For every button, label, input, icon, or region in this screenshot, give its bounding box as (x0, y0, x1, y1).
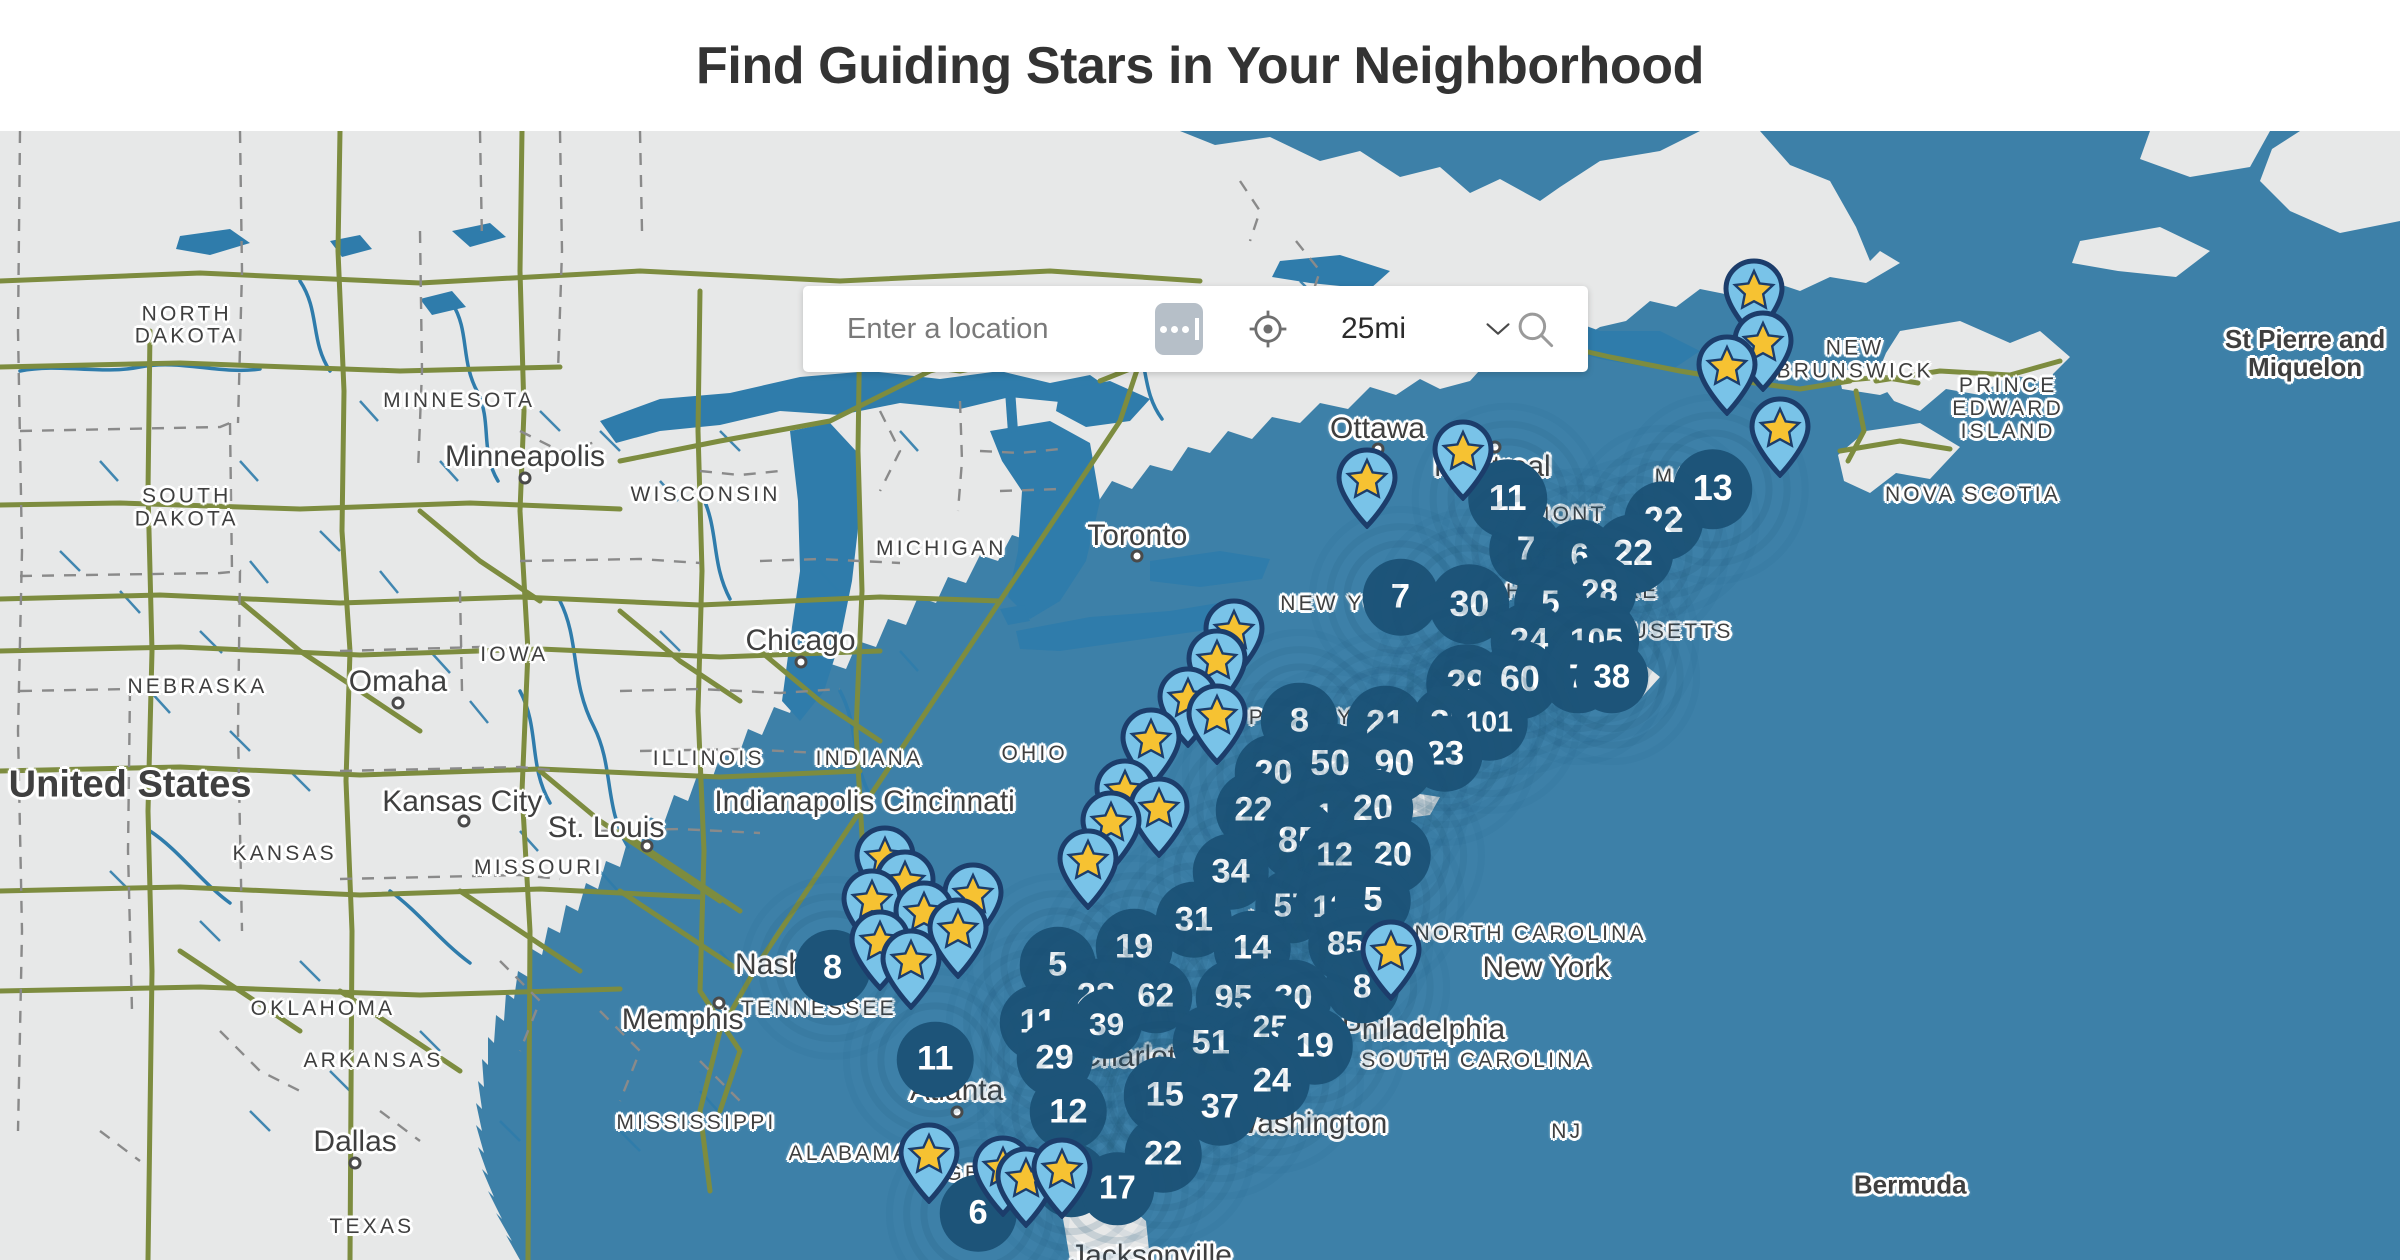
city-dot (457, 814, 471, 828)
cluster-count: 29 (1035, 1038, 1074, 1077)
guiding-star-pin[interactable] (880, 928, 942, 1011)
cluster-count: 31 (1174, 900, 1214, 939)
cluster-count: 37 (1200, 1088, 1240, 1127)
map-label-minneapolis: Minneapolis (444, 440, 606, 474)
map-label-mississippi: MISSISSIPPI (616, 1110, 777, 1134)
location-search-bar[interactable]: 25mi (803, 286, 1588, 372)
map-label-toronto: Toronto (1087, 518, 1188, 552)
map-label-jacksonville: Jacksonville (1070, 1238, 1232, 1260)
cluster-count: 8 (823, 948, 843, 987)
map-label-nova-scotia: NOVA SCOTIA (1884, 482, 2061, 506)
map-label-united-states: United States (8, 763, 252, 806)
cluster-count: 30 (1449, 583, 1490, 624)
map-label-chicago: Chicago (745, 624, 856, 658)
cluster-count: 22 (1144, 1134, 1183, 1173)
map-label-wisconsin: WISCONSIN (630, 482, 781, 506)
map-label-alabama: ALABAMA (788, 1142, 911, 1166)
map-label-indiana: INDIANA (815, 747, 924, 771)
cluster-count: 39 (1089, 1005, 1125, 1042)
map-label-new-york: New York (1482, 950, 1610, 984)
map-label-arkansas: ARKANSAS (303, 1049, 444, 1073)
guiding-star-pin[interactable] (1432, 419, 1494, 502)
map-label-iowa: IOWA (480, 643, 549, 667)
map-label-north-carolina: NORTH CAROLINA (1414, 921, 1647, 945)
guiding-star-pin[interactable] (1336, 447, 1398, 529)
map-label-omaha: Omaha (348, 665, 448, 699)
cluster-count: 51 (1191, 1023, 1230, 1062)
map-label-prince-edward-island: PRINCE EDWARD ISLAND (1952, 374, 2065, 443)
map-label-ottawa: Ottawa (1330, 411, 1426, 445)
map-label-minnesota: MINNESOTA (383, 389, 536, 413)
search-input[interactable] (847, 301, 1147, 357)
cluster-count: 34 (1211, 852, 1250, 891)
guiding-star-pin[interactable] (1749, 396, 1811, 479)
map-label-new-brunswick: NEW BRUNSWICK (1776, 336, 1934, 383)
map-canvas[interactable]: NORTH DAKOTA MINNESOTA SOUTH DAKOTA WISCONSIN… (0, 131, 2400, 1260)
map-label-cincinnati: Cincinnati (883, 784, 1015, 818)
radius-select[interactable]: 25mi (1341, 312, 1512, 346)
map-label-michigan: MICHIGAN (876, 537, 1007, 561)
map-label-texas: TEXAS (329, 1215, 415, 1239)
cluster-count: 7 (1516, 530, 1536, 568)
map-label-south-carolina: SOUTH CAROLINA (1361, 1049, 1593, 1073)
map-label-kansas-city: Kansas City (382, 784, 543, 818)
cluster-marker[interactable]: 7 (1308, 505, 1493, 690)
guiding-star-pin[interactable] (1031, 1137, 1093, 1219)
guiding-star-pin[interactable] (1360, 919, 1422, 1001)
cluster-count: 11 (917, 1040, 954, 1079)
cluster-marker[interactable]: 11 (843, 967, 1028, 1152)
map-label-missouri: MISSOURI (474, 855, 604, 879)
city-dot (391, 696, 405, 710)
map-label-kansas: KANSAS (232, 841, 337, 865)
search-icon[interactable] (1512, 306, 1558, 352)
autocomplete-dots-icon (1155, 303, 1203, 355)
city-dot (1130, 549, 1144, 563)
city-dot (794, 655, 807, 669)
cluster-count: 38 (1593, 657, 1631, 695)
map-label-nj: NJ (1551, 1120, 1584, 1144)
guiding-star-pin[interactable] (898, 1122, 960, 1204)
crosshair-locate-icon[interactable] (1245, 306, 1291, 352)
map-label-north-dakota: NORTH DAKOTA (134, 302, 239, 348)
map-label-memphis: Memphis (621, 1002, 744, 1036)
cluster-count: 13 (1692, 468, 1733, 509)
map-label-oklahoma: OKLAHOMA (250, 996, 396, 1020)
map-label-st-louis: St. Louis (547, 810, 665, 844)
city-dot (712, 996, 726, 1010)
map-label-dallas: Dallas (313, 1125, 397, 1159)
cluster-count: 12 (1049, 1092, 1088, 1131)
cluster-marker[interactable]: 38 (1523, 588, 1700, 766)
city-dot (640, 839, 654, 853)
map-label-indianapolis: Indianapolis (714, 784, 875, 818)
cluster-count: 12 (1316, 836, 1354, 874)
guiding-star-pin[interactable] (1057, 828, 1119, 911)
map-label-south-dakota: SOUTH DAKOTA (134, 484, 239, 531)
cluster-marker[interactable]: 13 (1617, 393, 1809, 585)
map-label-ohio: OHIO (1001, 741, 1068, 765)
cluster-count: 7 (1390, 577, 1411, 616)
radius-value: 25mi (1341, 312, 1407, 345)
cluster-count: 17 (1098, 1169, 1136, 1207)
map-search-page: Find Guiding Stars in Your Neighborhood (0, 0, 2400, 1260)
city-dot (950, 1105, 964, 1119)
map-label-illinois: ILLINOIS (652, 747, 765, 771)
map-label-nebraska: NEBRASKA (127, 674, 268, 698)
chevron-down-icon (1484, 320, 1512, 338)
map-label-st-pierre-and-miquelon: St Pierre and Miquelon (2224, 324, 2386, 383)
cluster-count: 62 (1137, 977, 1174, 1015)
page-title: Find Guiding Stars in Your Neighborhood (696, 36, 1704, 95)
cluster-count: 15 (1145, 1075, 1184, 1114)
city-dot (518, 471, 532, 485)
map-label-bermuda: Bermuda (1853, 1169, 1967, 1200)
guiding-star-pin[interactable] (1186, 683, 1248, 765)
cluster-count: 24 (1252, 1062, 1292, 1101)
page-header: Find Guiding Stars in Your Neighborhood (0, 0, 2400, 131)
city-dot (348, 1156, 362, 1170)
